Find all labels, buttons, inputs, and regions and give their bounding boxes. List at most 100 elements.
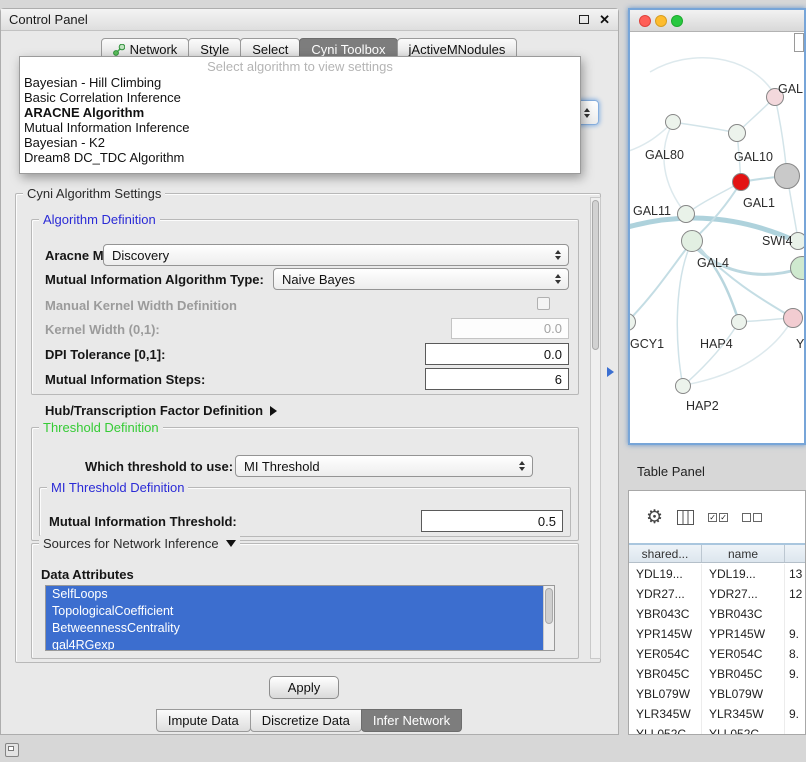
tab-label: Network [130,42,178,57]
algorithm-option[interactable]: Mutual Information Inference [20,120,580,135]
network-node-label: GAL1 [743,196,775,210]
network-node-label: GCY1 [630,337,664,351]
column-header[interactable]: shared... [629,545,702,562]
table-row[interactable]: YPR145WYPR145W9. [629,624,805,644]
dpi-tolerance-label: DPI Tolerance [0,1]: [45,347,165,363]
algorithm-option[interactable]: Dream8 DC_TDC Algorithm [20,150,580,165]
table-cell: 9. [785,664,805,684]
table-row[interactable]: YLR345WYLR345W9. [629,704,805,724]
network-node-label: GAL80 [645,148,684,162]
splitter-collapse-arrow[interactable] [607,367,614,377]
minimize-traffic-light[interactable] [655,15,667,27]
threshold-type-select[interactable]: MI Threshold [235,455,533,477]
attributes-scrollbar[interactable] [543,586,554,650]
table-cell: YDL19... [702,564,785,584]
control-panel-titlebar[interactable]: Control Panel ✕ [1,9,618,31]
aracne-mode-select[interactable]: Discovery [103,244,569,266]
manual-kernel-width-label: Manual Kernel Width Definition [45,298,237,314]
hub-section-toggle[interactable]: Hub/Transcription Factor Definition [45,403,277,418]
network-canvas[interactable]: GALGAL80GAL10GAL1GAL11SWI4GAL4GCY1HAP4YH… [630,32,804,443]
table-cell: YPR145W [702,624,785,644]
network-node[interactable] [665,114,681,130]
table-cell: YLL052C [702,724,785,735]
network-node-label: GAL10 [734,150,773,164]
data-attributes-list: SelfLoopsTopologicalCoefficientBetweenne… [45,585,555,651]
sources-title: Sources for Network Inference [43,536,219,551]
collapse-arrow-icon [226,540,236,547]
mi-threshold-label: Mutual Information Threshold: [49,514,237,530]
network-window-titlebar[interactable] [630,10,804,32]
table-cell: YLR345W [702,704,785,724]
attribute-item[interactable]: BetweennessCentrality [46,620,543,637]
network-node[interactable] [731,314,747,330]
table-row[interactable]: YER054CYER054C8. [629,644,805,664]
minimized-panel-icon[interactable] [5,743,19,757]
data-attributes-label: Data Attributes [41,567,134,583]
table-cell: YBR045C [629,664,702,684]
mi-steps-field[interactable]: 6 [425,368,569,390]
mi-algorithm-type-select[interactable]: Naive Bayes [273,268,569,290]
table-row[interactable]: YBL079WYBL079W [629,684,805,704]
table-row[interactable]: YBR045CYBR045C9. [629,664,805,684]
network-scrollbar-button[interactable] [794,33,804,52]
tab-label: Discretize Data [262,713,350,728]
attribute-item[interactable]: gal4RGexp [46,637,543,651]
algorithm-option[interactable]: ARACNE Algorithm [20,105,580,120]
close-traffic-light[interactable] [639,15,651,27]
table-cell: YBR045C [702,664,785,684]
attribute-item[interactable]: SelfLoops [46,586,543,603]
table-body: YDL19...YDL19...13YDR27...YDR27...12YBR0… [629,564,805,734]
network-node[interactable] [675,378,691,394]
mi-steps-label: Mutual Information Steps: [45,372,205,388]
deselect-all-columns-icon[interactable] [742,513,762,522]
tab-label: Select [252,42,288,57]
settings-scrollbar-thumb[interactable] [592,200,599,350]
tab-infer-network[interactable]: Infer Network [361,709,462,732]
columns-icon[interactable] [677,510,694,525]
algorithm-option[interactable]: Bayesian - K2 [20,135,580,150]
apply-button[interactable]: Apply [269,676,339,699]
mi-threshold-field[interactable]: 0.5 [421,510,563,532]
tab-discretize-data[interactable]: Discretize Data [250,709,362,732]
sources-section-toggle[interactable]: Sources for Network Inference [39,536,240,551]
kernel-width-label: Kernel Width (0,1): [45,322,160,338]
table-cell [785,604,805,624]
table-row[interactable]: YLL052CYLL052C [629,724,805,735]
dpi-tolerance-field[interactable]: 0.0 [425,343,569,365]
table-row[interactable]: YDR27...YDR27...12 [629,584,805,604]
gear-icon[interactable]: ⚙ [646,508,663,527]
float-window-icon[interactable] [579,15,589,24]
algorithm-option[interactable]: Bayesian - Hill Climbing [20,75,580,90]
table-cell: YBL079W [702,684,785,704]
select-all-columns-icon[interactable]: ✓✓ [708,513,728,522]
column-header[interactable] [785,545,805,562]
network-tab-icon [113,44,125,56]
network-node[interactable] [783,308,803,328]
table-row[interactable]: YBR043CYBR043C [629,604,805,624]
zoom-traffic-light[interactable] [671,15,683,27]
combo-arrows-icon [555,274,561,284]
network-node[interactable] [732,173,750,191]
attributes-scrollbar-thumb[interactable] [545,588,553,624]
table-cell: YBR043C [702,604,785,624]
tab-label: Cyni Toolbox [311,42,385,57]
table-cell [785,684,805,704]
table-row[interactable]: YDL19...YDL19...13 [629,564,805,584]
network-node-label: Y [796,337,804,351]
attribute-item[interactable]: TopologicalCoefficient [46,603,543,620]
tab-impute-data[interactable]: Impute Data [156,709,251,732]
network-node[interactable] [681,230,703,252]
kernel-width-value: 0.0 [544,321,562,336]
table-cell: 8. [785,644,805,664]
manual-kernel-width-checkbox [537,297,550,310]
kernel-width-field: 0.0 [451,318,569,339]
column-header[interactable]: name [702,545,785,562]
settings-scrollbar[interactable] [590,197,601,659]
threshold-type-value: MI Threshold [244,459,320,474]
network-node[interactable] [774,163,800,189]
network-node[interactable] [728,124,746,142]
table-cell: 9. [785,624,805,644]
algorithm-option[interactable]: Basic Correlation Inference [20,90,580,105]
close-icon[interactable]: ✕ [599,14,610,26]
network-node[interactable] [677,205,695,223]
